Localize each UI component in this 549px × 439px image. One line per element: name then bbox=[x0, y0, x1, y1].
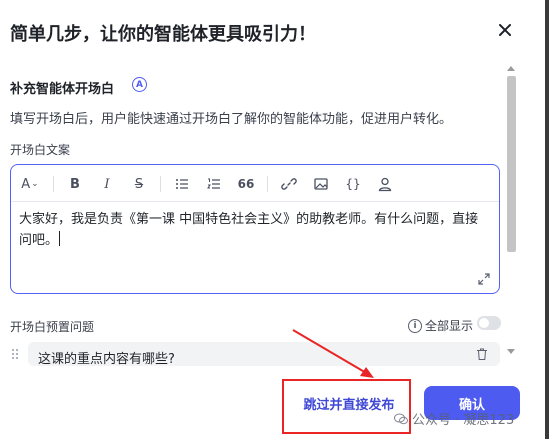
setup-dialog: 简单几步，让你的智能体更具吸引力！ 补充智能体开场白 A 填写开场白后，用户能快… bbox=[0, 0, 545, 439]
dialog-title: 简单几步，让你的智能体更具吸引力！ bbox=[10, 24, 316, 45]
close-icon bbox=[499, 24, 511, 36]
strikethrough-button[interactable]: S bbox=[128, 174, 150, 194]
bullet-list-icon bbox=[176, 179, 188, 189]
opening-text-content[interactable]: 大家好，我是负责《第一课 中国特色社会主义》的助教老师。有什么问题，直接问吧。 bbox=[19, 209, 489, 251]
preset-question-row: 这课的重点内容有哪些? bbox=[10, 342, 500, 367]
code-button[interactable]: {} bbox=[342, 174, 364, 194]
numbered-list-icon bbox=[207, 178, 220, 189]
toolbar-divider bbox=[53, 176, 54, 192]
show-all-toggle[interactable] bbox=[477, 316, 501, 330]
close-button[interactable] bbox=[495, 20, 515, 40]
scroll-down-arrow[interactable] bbox=[507, 349, 515, 354]
expand-button[interactable] bbox=[477, 271, 491, 285]
image-button[interactable] bbox=[310, 174, 332, 194]
watermark: 公众号 · 凝思123 bbox=[394, 409, 514, 428]
ai-badge-icon[interactable]: A bbox=[132, 77, 147, 92]
preset-question-text: 这课的重点内容有哪些? bbox=[38, 352, 175, 367]
opening-text-label: 开场白文案 bbox=[10, 143, 71, 157]
person-icon bbox=[378, 177, 392, 192]
section-description: 填写开场白后，用户能快速通过开场白了解你的智能体功能，促进用户转化。 bbox=[10, 112, 453, 127]
opening-text-value: 大家好，我是负责《第一课 中国特色社会主义》的助教老师。有什么问题，直接问吧。 bbox=[19, 212, 479, 248]
image-icon bbox=[314, 178, 328, 190]
editor-divider bbox=[11, 201, 499, 202]
mention-button[interactable] bbox=[374, 174, 396, 194]
preset-question-input[interactable]: 这课的重点内容有哪些? bbox=[28, 342, 500, 367]
expand-icon bbox=[478, 273, 490, 285]
section-title: 补充智能体开场白 bbox=[10, 82, 115, 97]
italic-icon: I bbox=[104, 176, 110, 192]
bold-icon: B bbox=[70, 176, 80, 192]
drag-handle-icon[interactable] bbox=[10, 348, 20, 360]
toolbar-divider bbox=[160, 176, 161, 192]
text-caret bbox=[59, 231, 61, 246]
wechat-icon bbox=[394, 413, 408, 424]
toolbar-divider bbox=[267, 176, 268, 192]
font-size-icon: A bbox=[21, 176, 31, 192]
dialog-footer: 跳过并直接发布 确认 bbox=[0, 366, 545, 439]
show-all-label: 全部显示 bbox=[425, 319, 474, 333]
numbered-list-button[interactable] bbox=[203, 174, 225, 194]
show-all-control: i 全部显示 bbox=[408, 317, 473, 334]
bold-button[interactable]: B bbox=[64, 174, 86, 194]
info-icon[interactable]: i bbox=[408, 318, 422, 333]
bullet-list-button[interactable] bbox=[171, 174, 193, 194]
link-button[interactable] bbox=[278, 174, 300, 194]
preset-questions-label: 开场白预置问题 bbox=[10, 320, 95, 334]
quote-button[interactable]: 66 bbox=[235, 174, 257, 194]
background-window-edge bbox=[545, 0, 549, 439]
scroll-up-arrow[interactable] bbox=[507, 66, 515, 71]
italic-button[interactable]: I bbox=[96, 174, 118, 194]
strikethrough-icon: S bbox=[134, 176, 144, 192]
code-icon: {} bbox=[345, 177, 361, 191]
editor-toolbar: A ⌄ B I S 66 {} bbox=[17, 173, 406, 195]
opening-text-editor[interactable]: A ⌄ B I S 66 {} 大家好，我是负责《第一课 中国特色社会主义》的助… bbox=[10, 164, 500, 294]
quote-icon: 66 bbox=[237, 177, 255, 191]
dialog-scrollbar[interactable] bbox=[504, 64, 518, 356]
font-size-button[interactable]: A ⌄ bbox=[17, 174, 43, 194]
watermark-text: 公众号 · 凝思123 bbox=[412, 413, 515, 428]
toggle-knob bbox=[479, 318, 489, 328]
trash-icon[interactable] bbox=[476, 348, 488, 360]
link-icon bbox=[281, 178, 297, 190]
annotation-highlight-box bbox=[282, 379, 411, 434]
scroll-thumb[interactable] bbox=[507, 76, 516, 252]
